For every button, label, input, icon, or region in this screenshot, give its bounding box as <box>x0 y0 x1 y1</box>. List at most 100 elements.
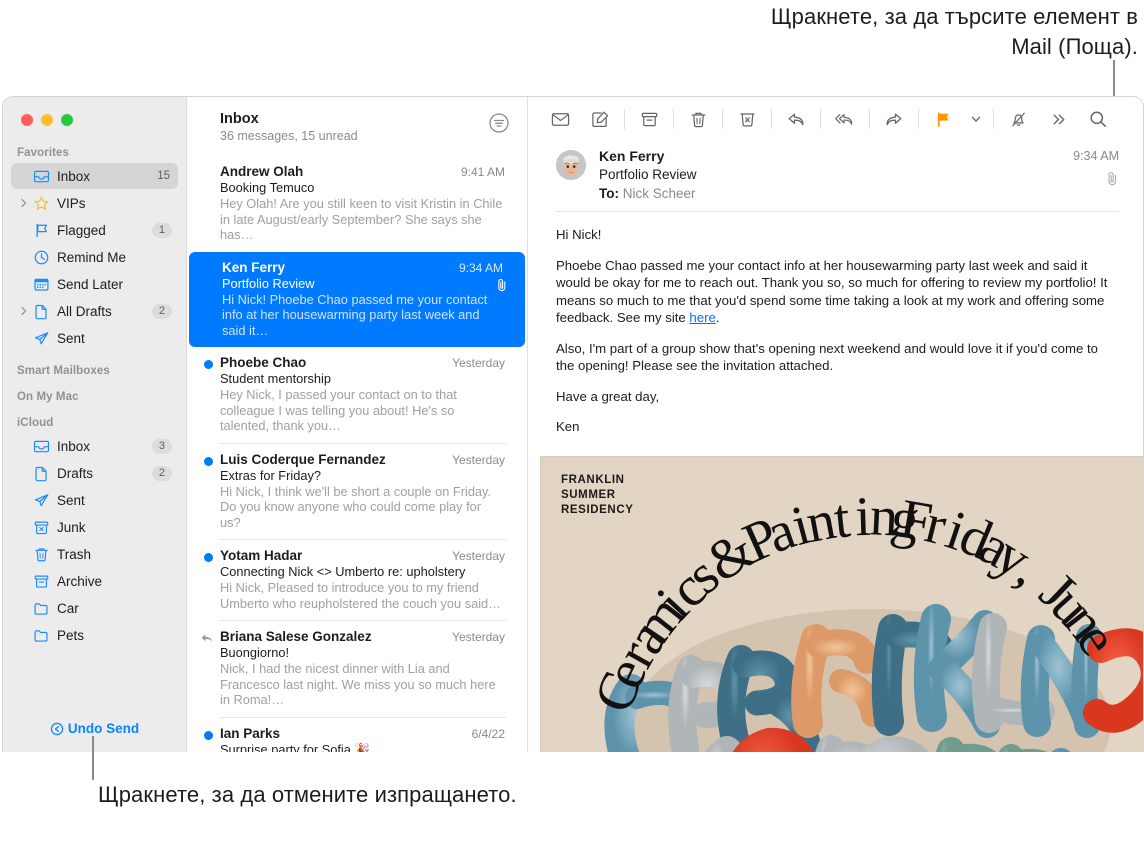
minimize-button[interactable] <box>41 114 53 126</box>
message-preview: Nick, I had the nicest dinner with Lia a… <box>220 661 496 707</box>
paperclip-icon[interactable] <box>1073 171 1119 191</box>
message-list-item[interactable]: Ian Parks 6/4/22 Surprise party for Sofia … <box>187 718 527 753</box>
compose-icon[interactable] <box>580 104 620 134</box>
window-traffic-lights <box>3 97 186 126</box>
message-preview: Hi Nick, Pleased to introduce you to my … <box>220 580 501 611</box>
body-p1-text-before: Phoebe Chao passed me your contact info … <box>556 257 1108 326</box>
message-list-item[interactable]: Ken Ferry 9:34 AM Portfolio Review Hi Nick!… <box>189 251 525 347</box>
sidebar-item-label: Send Later <box>57 276 124 292</box>
to-value: Nick Scheer <box>622 186 696 201</box>
body-closing: Have a great day, <box>556 388 660 404</box>
attachment-poster-image[interactable]: FRANKLIN SUMMER RESIDENCY C e r a m i c … <box>540 456 1143 752</box>
sidebar-mailbox-list: Favorites Inbox 15 VIPs Flagged 1 Remind Me Sen… <box>3 147 186 648</box>
sidebar-item-label: Drafts <box>57 465 94 481</box>
sidebar-section-label: iCloud <box>17 417 54 429</box>
junk-icon <box>30 519 52 536</box>
trash-icon[interactable] <box>678 104 718 134</box>
sidebar-item-sent[interactable]: Sent <box>11 325 178 351</box>
unread-dot-icon <box>204 456 213 466</box>
message-subject: Connecting Nick <> Umberto re: upholster… <box>220 564 466 579</box>
message-preview: Hi Nick! Phoebe Chao passed me your cont… <box>222 291 488 338</box>
message-list-pane: Inbox 36 messages, 15 unread Andrew Olah… <box>187 97 528 752</box>
reply-icon[interactable] <box>776 104 816 134</box>
sidebar-item-remind-me[interactable]: Remind Me <box>11 244 178 270</box>
chevron-down-icon[interactable] <box>963 104 989 134</box>
message-sender: Ken Ferry <box>222 259 286 275</box>
sidebar-item-flagged[interactable]: Flagged 1 <box>11 217 178 243</box>
undo-send-label: Undo Send <box>67 721 140 736</box>
message-preview: Hi Nick, I think we'll be short a couple… <box>220 483 492 530</box>
sidebar-item-trash[interactable]: Trash <box>11 541 178 567</box>
message-list-item[interactable]: Yotam Hadar Yesterday Connecting Nick <> U… <box>187 540 527 620</box>
mark-unread-icon[interactable] <box>540 104 580 134</box>
search-icon[interactable] <box>1078 104 1118 134</box>
filter-icon[interactable] <box>487 111 511 135</box>
reply-all-icon[interactable] <box>825 104 865 134</box>
message-sender: Luis Coderque Fernandez <box>220 451 386 467</box>
more-icon[interactable] <box>1038 104 1078 134</box>
junk-icon[interactable] <box>727 104 767 134</box>
message-preview: Hey Olah! Are you still keen to visit Kr… <box>220 196 503 242</box>
sidebar-item-drafts[interactable]: Drafts 2 <box>11 460 178 486</box>
message-subject: Surprise party for Sofia 🎉 <box>220 741 371 753</box>
recipient-line: To: Nick Scheer <box>599 186 1119 201</box>
sidebar-item-vips[interactable]: VIPs <box>11 190 178 216</box>
message-subject: Booking Temuco <box>220 180 315 195</box>
sidebar-item-label: Car <box>57 600 79 616</box>
sidebar-item-label: Inbox <box>57 168 91 184</box>
sidebar-item-all-drafts[interactable]: All Drafts 2 <box>11 298 178 324</box>
sidebar-item-archive[interactable]: Archive <box>11 568 178 594</box>
body-link[interactable]: here <box>689 310 715 325</box>
sidebar: Favorites Inbox 15 VIPs Flagged 1 Remind Me Sen… <box>3 97 187 752</box>
sidebar-item-inbox[interactable]: Inbox 3 <box>11 433 178 459</box>
paperplane-icon <box>30 492 52 509</box>
zoom-button[interactable] <box>61 114 73 126</box>
undo-send-button[interactable]: Undo Send <box>3 721 186 736</box>
sidebar-item-label: Trash <box>57 546 92 562</box>
body-greeting: Hi Nick! <box>556 227 602 242</box>
toolbar-divider <box>624 109 625 129</box>
message-sender: Briana Salese Gonzalez <box>220 629 372 644</box>
sidebar-item-label: All Drafts <box>57 303 112 319</box>
close-button[interactable] <box>21 114 33 126</box>
message-list-item[interactable]: Luis Coderque Fernandez Yesterday Extras f… <box>187 444 527 540</box>
body-signature: Ken <box>556 419 580 434</box>
clock-icon <box>30 249 52 266</box>
sidebar-item-send-later[interactable]: Send Later <box>11 271 178 297</box>
message-subject: Extras for Friday? <box>220 467 321 483</box>
mute-icon[interactable] <box>998 104 1038 134</box>
chevron-right-icon[interactable] <box>17 306 30 316</box>
sidebar-item-pets[interactable]: Pets <box>11 622 178 648</box>
message-list-item[interactable]: Andrew Olah 9:41 AM Booking Temuco Hey Olah… <box>187 156 527 252</box>
sidebar-section-label: On My Mac <box>17 391 79 403</box>
forward-icon[interactable] <box>874 104 914 134</box>
message-sender: Andrew Olah <box>220 164 304 179</box>
reading-pane: Ken Ferry Portfolio Review To: Nick Sche… <box>528 97 1143 752</box>
replied-arrow-icon <box>200 631 214 649</box>
message-sender: Yotam Hadar <box>220 548 303 563</box>
sidebar-item-label: Sent <box>57 492 85 508</box>
sidebar-item-inbox[interactable]: Inbox 15 <box>11 163 178 189</box>
sidebar-item-junk[interactable]: Junk <box>11 514 178 540</box>
sidebar-item-sent[interactable]: Sent <box>11 487 178 513</box>
archive-icon[interactable] <box>629 104 669 134</box>
sidebar-item-car[interactable]: Car <box>11 595 178 621</box>
archive-icon <box>30 573 52 590</box>
message-list-item[interactable]: Phoebe Chao Yesterday Student mentorship He… <box>187 347 527 443</box>
body-paragraph-2: Also, I'm part of a group show that's op… <box>556 340 1098 374</box>
unread-dot-icon <box>204 553 213 562</box>
flag-icon <box>30 222 52 239</box>
chevron-right-icon[interactable] <box>17 198 30 208</box>
inbox-icon <box>30 168 52 185</box>
body-paragraph-1: Phoebe Chao passed me your contact info … <box>556 257 1119 327</box>
message-time: 9:34 AM <box>1073 149 1119 163</box>
folder-icon <box>30 600 52 617</box>
message-header-right: 9:34 AM <box>1073 149 1119 191</box>
flag-icon[interactable] <box>923 104 963 134</box>
message-list-item[interactable]: Briana Salese Gonzalez Yesterday Buongiorn… <box>187 621 527 717</box>
message-list-title: Inbox <box>220 111 259 127</box>
message-subject: Portfolio Review <box>599 167 697 182</box>
message-rows-container: Andrew Olah 9:41 AM Booking Temuco Hey Olah… <box>187 156 527 752</box>
message-subject: Student mentorship <box>220 371 331 386</box>
sidebar-item-label: Sent <box>57 330 85 346</box>
